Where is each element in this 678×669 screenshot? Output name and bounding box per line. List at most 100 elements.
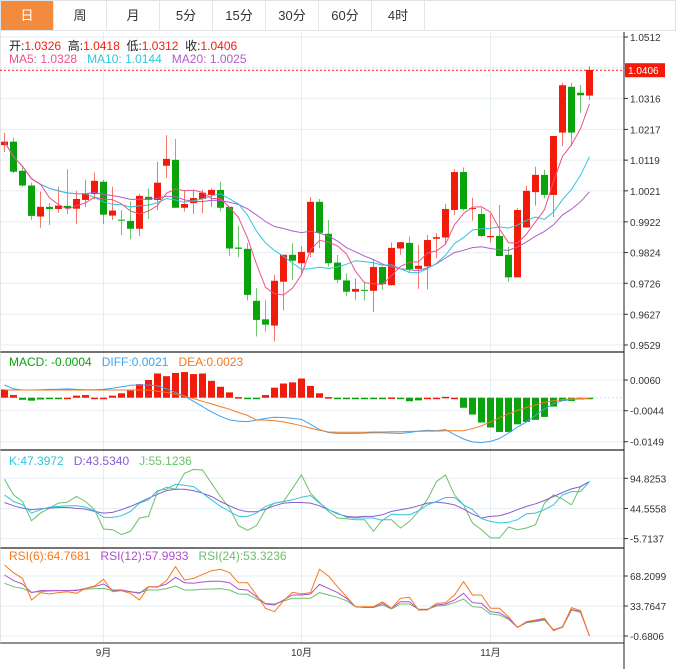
macd-bar — [532, 397, 539, 420]
candle[interactable] — [253, 288, 260, 337]
candle[interactable] — [271, 274, 278, 342]
macd-bar — [226, 392, 233, 398]
macd-bar — [460, 397, 467, 408]
candle[interactable] — [379, 266, 386, 290]
rsi24-line — [4, 582, 590, 637]
candle-body — [316, 201, 323, 233]
rsi6-value: RSI(6):64.7681 — [9, 549, 91, 563]
candle[interactable] — [64, 169, 71, 215]
candle[interactable] — [208, 188, 215, 208]
kdj-axis-tick-label: 44.5558 — [630, 504, 667, 515]
candle[interactable] — [343, 273, 350, 297]
macd-bar — [523, 397, 530, 422]
candle-body — [370, 266, 377, 291]
macd-bar — [190, 374, 197, 398]
candle[interactable] — [550, 136, 557, 218]
time-axis-label: 9月 — [96, 647, 112, 659]
candle[interactable] — [226, 206, 233, 257]
macd-bar — [208, 380, 215, 398]
diff-value: DIFF:0.0021 — [101, 355, 169, 369]
ma20-value: MA20: 1.0025 — [171, 52, 247, 66]
kdj-axis-tick-label: -5.7137 — [630, 535, 664, 546]
candle-body — [271, 280, 278, 326]
macd-axis-tick-label: -0.0149 — [630, 438, 664, 449]
d-line — [4, 481, 590, 519]
candle-body — [37, 206, 44, 217]
macd-bar — [100, 397, 107, 400]
candle[interactable] — [586, 66, 593, 100]
candle[interactable] — [559, 82, 566, 147]
high-label: 高: — [67, 39, 84, 53]
candle[interactable] — [496, 204, 503, 257]
candle[interactable] — [118, 209, 125, 236]
candle[interactable] — [541, 169, 548, 199]
d-value: D:43.5340 — [73, 454, 130, 468]
macd-bar — [424, 397, 431, 400]
macd-bar — [280, 383, 287, 398]
candle[interactable] — [433, 233, 440, 259]
candle[interactable] — [91, 172, 98, 200]
candle[interactable] — [406, 236, 413, 274]
candle[interactable] — [370, 259, 377, 313]
macd-bar — [46, 397, 53, 400]
rsi12-value: RSI(12):57.9933 — [100, 549, 189, 563]
candle[interactable] — [244, 243, 251, 301]
candle[interactable] — [388, 242, 395, 286]
candle[interactable] — [307, 197, 314, 258]
candle-body — [118, 219, 125, 221]
candle[interactable] — [505, 246, 512, 282]
price-axis-tick-label: 0.9529 — [630, 341, 661, 352]
macd-bar — [271, 387, 278, 398]
macd-bar — [469, 397, 476, 415]
candle-body — [352, 288, 359, 292]
candle[interactable] — [361, 281, 368, 301]
price-axis-tick-label: 1.0021 — [630, 187, 661, 198]
candle[interactable] — [334, 254, 341, 284]
dea-value: DEA:0.0023 — [178, 355, 244, 369]
macd-bar — [388, 397, 395, 399]
candle-body — [163, 158, 170, 166]
candle[interactable] — [163, 135, 170, 179]
kline-chart[interactable]: 1.0512 1.0316 1.0217 1.0119 1.0021 0.9922 0.98… — [0, 0, 678, 669]
candle-body — [505, 254, 512, 278]
candle[interactable] — [460, 167, 467, 211]
candle[interactable] — [478, 208, 485, 238]
candle[interactable] — [352, 278, 359, 300]
candle-body — [334, 262, 341, 280]
macd-bar — [262, 395, 269, 398]
macd-bar — [442, 396, 449, 399]
rsi-axis-tick-label: 68.2099 — [630, 572, 667, 583]
macd-bar — [352, 397, 359, 400]
macd-bar — [253, 397, 260, 400]
candle[interactable] — [190, 189, 197, 215]
macd-bar — [217, 386, 224, 398]
candle[interactable] — [568, 82, 575, 147]
candle-body — [226, 206, 233, 249]
macd-bar — [28, 397, 35, 401]
candle[interactable] — [424, 235, 431, 290]
candle[interactable] — [136, 193, 143, 236]
candle[interactable] — [451, 169, 458, 215]
candle[interactable] — [280, 254, 287, 311]
macd-bar — [325, 397, 332, 399]
candle-body — [307, 201, 314, 253]
candle[interactable] — [73, 190, 80, 224]
candle-body — [550, 136, 557, 195]
macd-bar — [145, 380, 152, 398]
candle[interactable] — [217, 181, 224, 212]
candle-body — [577, 92, 584, 96]
k-value: K:47.3972 — [9, 454, 64, 468]
macd-bar — [10, 395, 17, 398]
candle[interactable] — [37, 191, 44, 228]
candle[interactable] — [262, 300, 269, 332]
candle[interactable] — [532, 166, 539, 206]
candle[interactable] — [28, 182, 35, 220]
candle[interactable] — [415, 245, 422, 289]
macd-bar — [496, 397, 503, 432]
candle[interactable] — [10, 137, 17, 173]
candle-body — [460, 172, 467, 210]
macd-axis-tick-label: -0.0044 — [630, 407, 664, 418]
macd-bar — [415, 397, 422, 401]
candle[interactable] — [145, 188, 152, 220]
current-price-label: 1.0406 — [628, 66, 659, 77]
